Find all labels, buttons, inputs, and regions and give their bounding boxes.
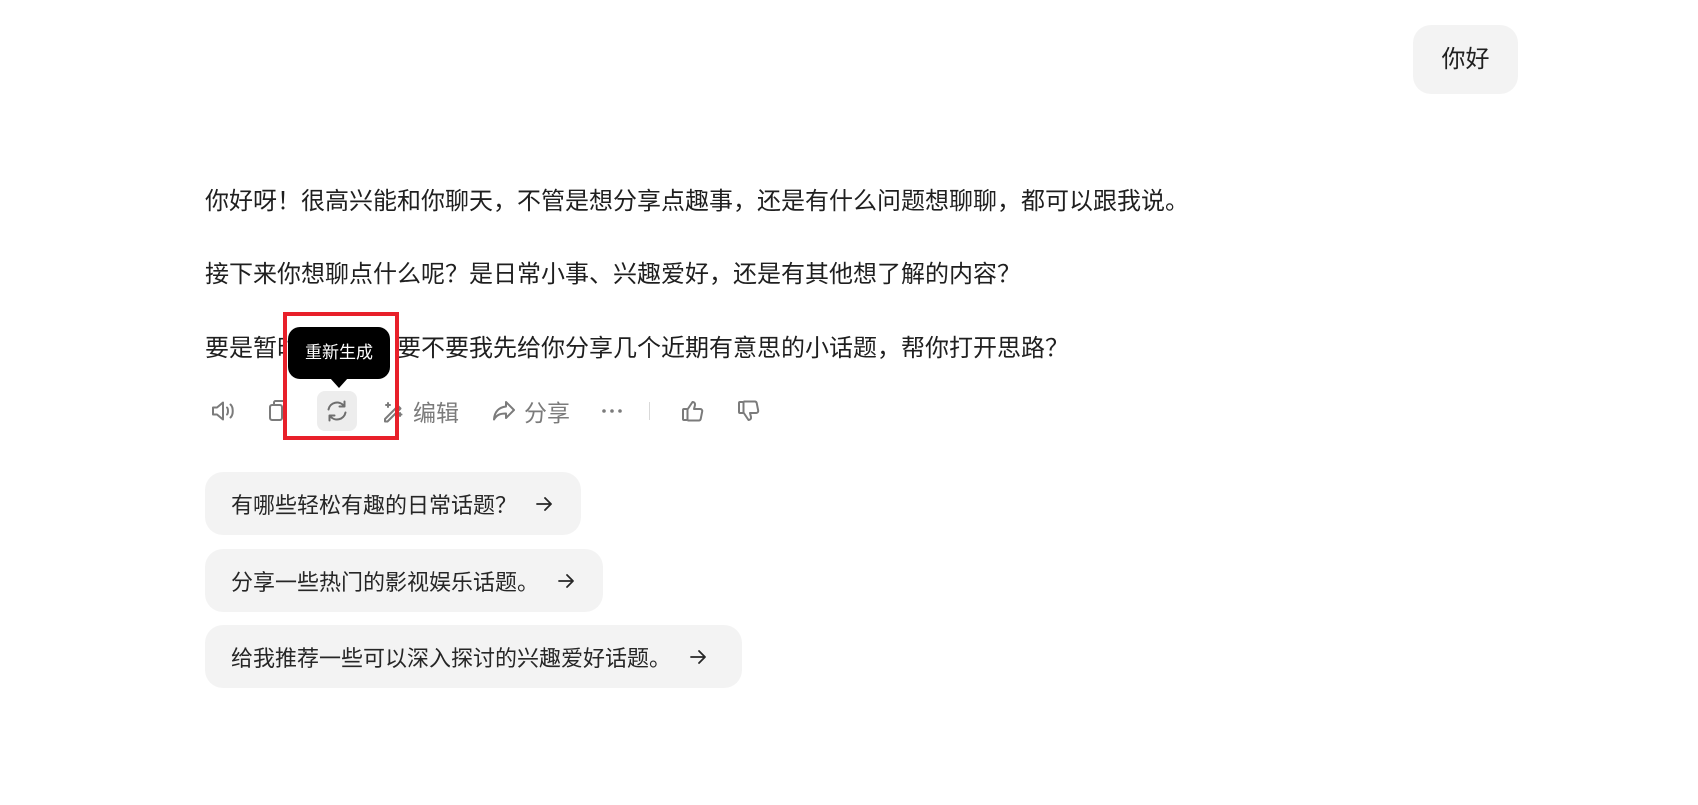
user-message-bubble: 你好 xyxy=(1413,25,1518,94)
thumbs-down-icon xyxy=(735,397,763,425)
suggestion-text: 分享一些热门的影视娱乐话题。 xyxy=(231,570,540,596)
share-label: 分享 xyxy=(524,401,570,427)
share-button[interactable]: 分享 xyxy=(490,391,570,431)
share-icon xyxy=(490,397,518,425)
reply-paragraph: 接下来你想聊点什么呢？是日常小事、兴趣爱好，还是有其他想了解的内容？ xyxy=(205,260,1021,288)
arrow-right-icon xyxy=(557,572,575,590)
like-button[interactable] xyxy=(679,391,707,431)
dislike-button[interactable] xyxy=(735,391,763,431)
reply-paragraph: 你好呀！很高兴能和你聊天，不管是想分享点趣事，还是有什么问题想聊聊，都可以跟我说… xyxy=(205,187,1189,215)
more-options-button[interactable] xyxy=(598,391,626,431)
action-divider xyxy=(649,402,650,420)
arrow-right-icon xyxy=(689,648,707,666)
more-dots-icon xyxy=(598,397,626,425)
suggestion-chip[interactable]: 有哪些轻松有趣的日常话题？ xyxy=(205,472,581,535)
arrow-right-icon xyxy=(535,495,553,513)
thumbs-up-icon xyxy=(679,397,707,425)
suggestion-chip[interactable]: 分享一些热门的影视娱乐话题。 xyxy=(205,549,603,612)
suggestion-chip[interactable]: 给我推荐一些可以深入探讨的兴趣爱好话题。 xyxy=(205,625,742,688)
speaker-icon xyxy=(209,397,237,425)
read-aloud-button[interactable] xyxy=(209,391,237,431)
suggestion-text: 有哪些轻松有趣的日常话题？ xyxy=(231,493,518,519)
suggestion-text: 给我推荐一些可以深入探讨的兴趣爱好话题。 xyxy=(231,646,672,672)
highlight-annotation-box xyxy=(283,312,399,440)
edit-label: 编辑 xyxy=(413,401,459,427)
